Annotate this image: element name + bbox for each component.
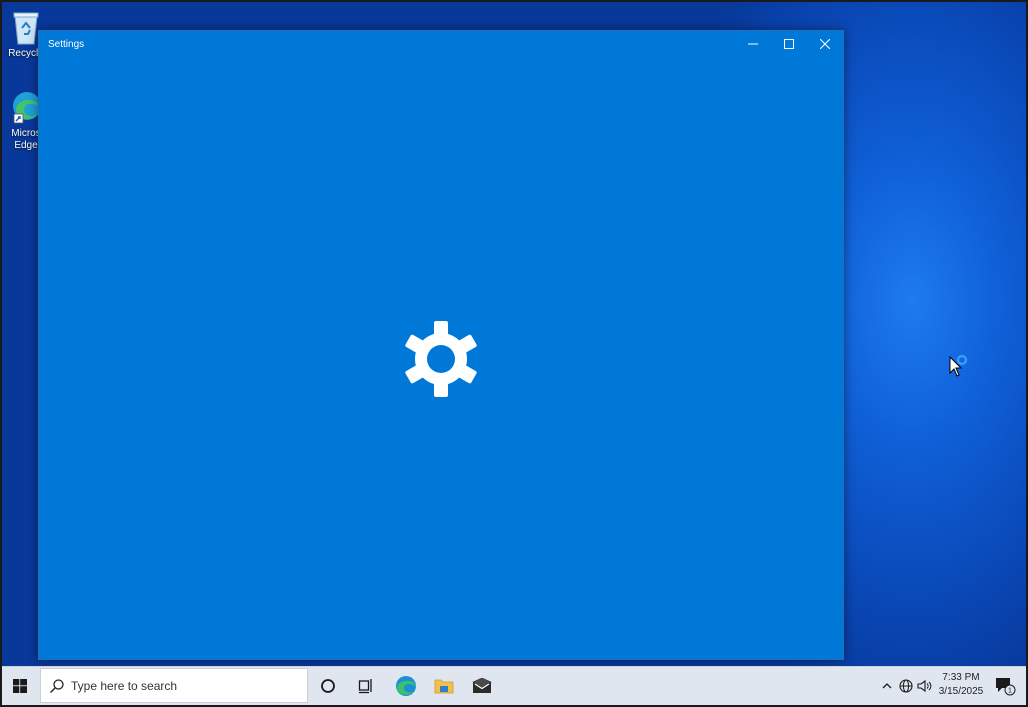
- close-button[interactable]: [807, 31, 843, 57]
- taskbar-edge-button[interactable]: [387, 667, 425, 705]
- window-title: Settings: [48, 39, 85, 50]
- task-view-icon: [358, 679, 372, 694]
- start-button[interactable]: [2, 667, 38, 705]
- notification-icon: 1: [996, 678, 1016, 696]
- clock-date: 3/15/2025: [938, 686, 984, 697]
- mail-icon: [472, 678, 492, 693]
- mail-button[interactable]: [463, 667, 501, 705]
- desktop-background: Recycle Micros Edge Settings Type here t…: [2, 2, 1026, 705]
- windows-logo-icon: [13, 679, 27, 693]
- notification-count: 1: [1008, 688, 1012, 695]
- edge-icon: [396, 676, 416, 696]
- settings-gear-icon: [405, 321, 477, 397]
- maximize-button[interactable]: [771, 31, 807, 57]
- settings-window[interactable]: Settings: [38, 30, 844, 660]
- taskbar: Type here to search 7:33 PM 3/15/2025 1: [2, 666, 1026, 705]
- show-hidden-icons-button[interactable]: [879, 667, 895, 705]
- network-globe-icon: [899, 679, 913, 693]
- cortana-icon: [321, 679, 335, 693]
- cortana-button[interactable]: [309, 667, 347, 705]
- busy-cursor-icon: [949, 354, 968, 377]
- taskbar-search-box[interactable]: Type here to search: [40, 668, 308, 703]
- window-titlebar[interactable]: Settings: [39, 31, 843, 57]
- minimize-icon: [748, 43, 758, 45]
- close-icon: [820, 39, 830, 49]
- chevron-up-icon: [882, 683, 892, 689]
- file-explorer-icon: [434, 679, 454, 694]
- minimize-button[interactable]: [735, 31, 771, 57]
- volume-icon: [917, 679, 932, 693]
- network-button[interactable]: [897, 667, 915, 705]
- taskbar-clock[interactable]: 7:33 PM 3/15/2025: [932, 671, 990, 699]
- file-explorer-button[interactable]: [425, 667, 463, 705]
- clock-time: 7:33 PM: [942, 672, 980, 683]
- search-placeholder: Type here to search: [71, 679, 178, 693]
- desktop-icon-label: Micros Edge: [11, 128, 41, 151]
- task-view-button[interactable]: [347, 667, 385, 705]
- screen: Recycle Micros Edge Settings Type here t…: [0, 0, 1028, 707]
- maximize-icon: [784, 39, 794, 49]
- action-center-button[interactable]: 1: [990, 667, 1020, 705]
- search-icon: [50, 679, 64, 693]
